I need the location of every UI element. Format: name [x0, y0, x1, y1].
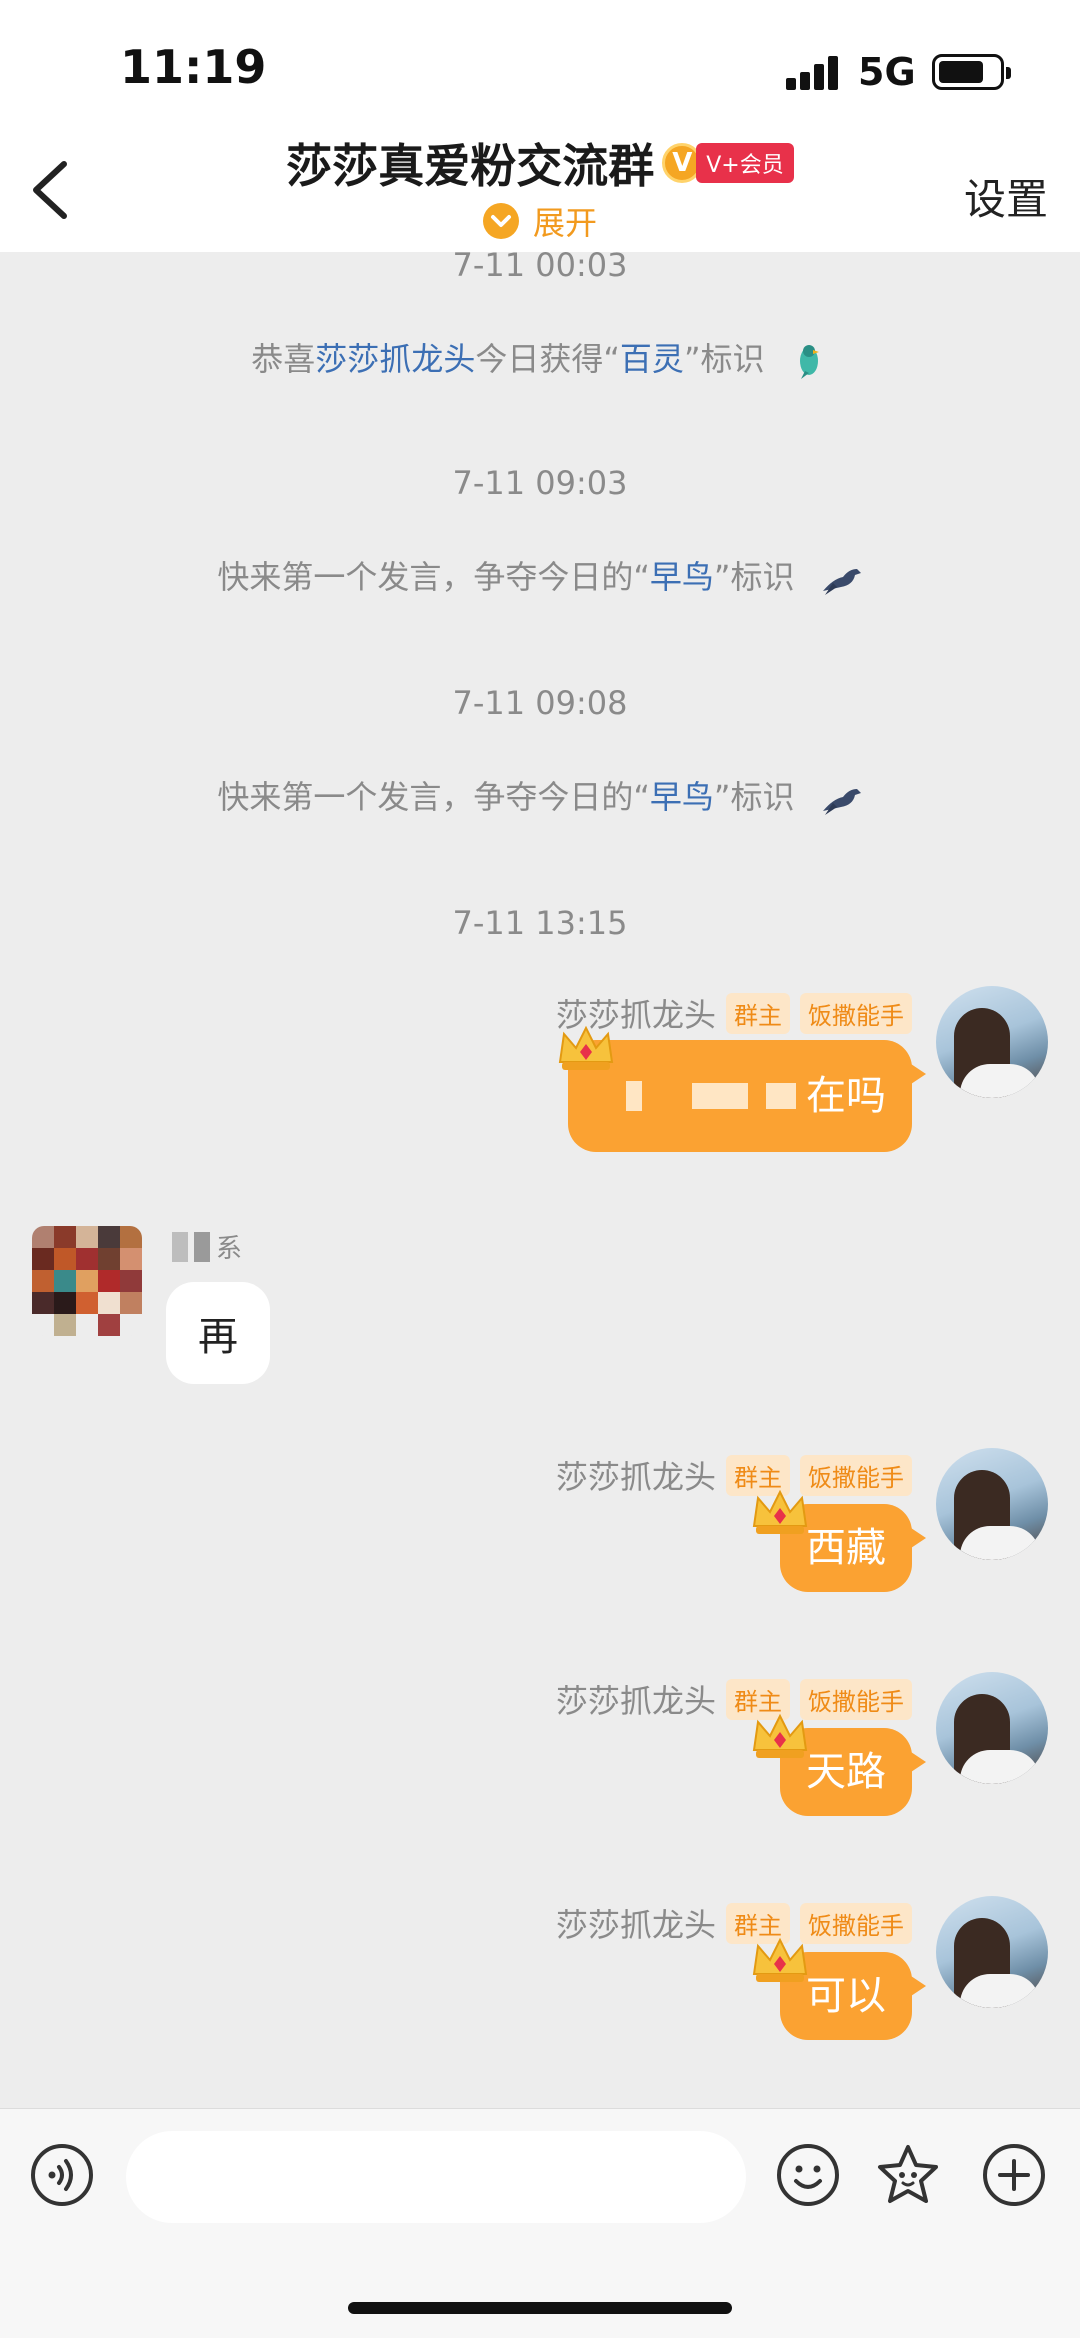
voice-button[interactable] [30, 2143, 94, 2207]
avatar[interactable] [936, 1448, 1048, 1560]
sysmsg-badge-link[interactable]: 早鸟 [650, 558, 714, 596]
avatar[interactable] [936, 986, 1048, 1098]
fan-tag: 饭撒能手 [800, 1678, 912, 1720]
voice-icon [31, 2144, 93, 2206]
message-bubble[interactable]: 在吗 [568, 1040, 926, 1152]
bird-icon [822, 789, 861, 815]
avatar[interactable] [936, 1896, 1048, 2008]
parrot-icon [799, 345, 819, 379]
sender-line: 莎莎抓龙头 群主 饭撒能手 [556, 1676, 912, 1722]
sysmsg-text: ”标识 [713, 778, 795, 816]
sysmsg-badge-link[interactable]: 百灵 [620, 340, 684, 378]
sender-line: 莎莎抓龙头 群主 饭撒能手 [556, 1900, 912, 1946]
emoji-button[interactable] [776, 2143, 840, 2207]
avatar[interactable] [936, 1672, 1048, 1784]
system-message: 恭喜莎莎抓龙头今日获得“百灵”标识 [0, 334, 1080, 381]
sender-suffix: 系 [216, 1234, 243, 1264]
star-sticker-icon [878, 2145, 938, 2203]
chevron-down-icon [482, 203, 519, 239]
timestamp: 7-11 09:03 [452, 464, 628, 502]
crown-icon [752, 1937, 808, 1982]
sender-name[interactable]: 莎莎抓龙头 [556, 1900, 716, 1946]
timestamp: 7-11 00:03 [452, 246, 628, 284]
group-title: 莎莎真爱粉交流群 [286, 139, 655, 193]
fan-tag: 饭撒能手 [800, 992, 912, 1034]
crown-icon [558, 1025, 614, 1070]
sender-name[interactable]: 莎莎抓龙头 [556, 1452, 716, 1498]
bird-icon [822, 569, 861, 595]
message-text: 西藏 [806, 1525, 886, 1571]
message-text: 再 [198, 1314, 238, 1360]
system-message: 快来第一个发言，争夺今日的“早鸟”标识 [0, 772, 1080, 818]
plus-icon [983, 2144, 1045, 2206]
blur-mask [766, 1083, 796, 1109]
sysmsg-text: 恭喜 [251, 340, 316, 378]
blur-mask [626, 1081, 642, 1111]
message-bubble[interactable]: 再 [166, 1282, 270, 1384]
title-row: 莎莎真爱粉交流群 V V+会员 [0, 130, 1080, 196]
top-bar: 11:19 5G 莎莎真爱粉交流群 V V+会员 展开 设置 [0, 0, 1080, 252]
vip-badge[interactable]: V V+会员 [662, 143, 794, 183]
blur-mask [692, 1083, 748, 1109]
sticker-button[interactable] [876, 2143, 940, 2207]
crown-icon [752, 1713, 808, 1758]
settings-button[interactable]: 设置 [964, 166, 1048, 227]
sysmsg-text: ”标识 [713, 558, 795, 596]
fan-tag: 饭撒能手 [800, 1454, 912, 1496]
system-message: 快来第一个发言，争夺今日的“早鸟”标识 [0, 552, 1080, 598]
timestamp: 7-11 09:08 [452, 684, 628, 722]
sysmsg-text: 快来第一个发言，争夺今日的“ [217, 778, 650, 816]
home-indicator[interactable] [348, 2302, 732, 2314]
timestamp: 7-11 13:15 [452, 904, 628, 942]
sysmsg-text: 今日获得“ [475, 340, 620, 378]
sysmsg-text: ”标识 [683, 340, 765, 378]
message-text: 天路 [806, 1749, 886, 1795]
expand-button[interactable]: 展开 [482, 198, 597, 244]
sysmsg-user-link[interactable]: 莎莎抓龙头 [315, 340, 475, 378]
fan-tag: 饭撒能手 [800, 1902, 912, 1944]
message-text: 在吗 [806, 1073, 886, 1119]
sysmsg-text: 快来第一个发言，争夺今日的“ [217, 558, 650, 596]
more-button[interactable] [982, 2143, 1046, 2207]
status-time: 11:19 [120, 40, 267, 94]
emoji-icon [777, 2144, 839, 2206]
message-input[interactable] [126, 2131, 746, 2223]
network-type: 5G [858, 50, 916, 94]
expand-label: 展开 [532, 204, 597, 242]
sender-name[interactable]: 莎莎抓龙头 [556, 1676, 716, 1722]
expand-row: 展开 [0, 198, 1080, 244]
battery-icon [932, 54, 1011, 90]
vip-label: V+会员 [696, 143, 794, 183]
message-text: 可以 [806, 1973, 886, 2019]
sender-line: 莎莎抓龙头 群主 饭撒能手 [556, 1452, 912, 1498]
signal-icon [786, 56, 842, 90]
sysmsg-badge-link[interactable]: 早鸟 [650, 778, 714, 816]
sender-name-blurred[interactable]: 系 [172, 1228, 242, 1265]
avatar[interactable] [32, 1226, 142, 1336]
crown-icon [752, 1489, 808, 1534]
owner-tag: 群主 [726, 992, 790, 1034]
